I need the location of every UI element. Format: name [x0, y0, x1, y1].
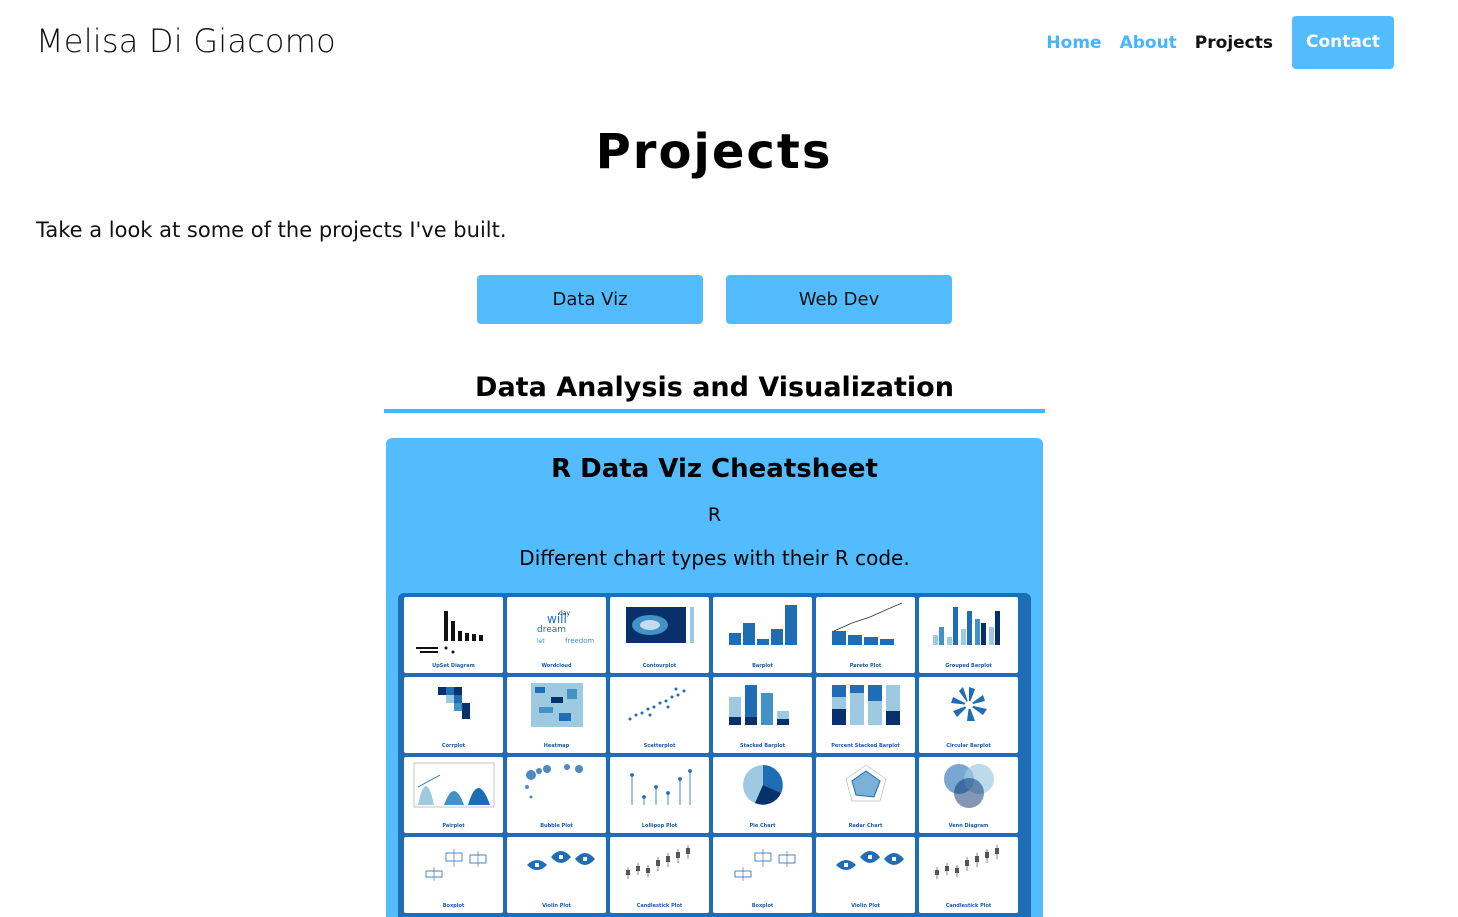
chart-thumbnail-label: Circular Barplot [946, 743, 991, 749]
chart-thumbnail[interactable]: Pairplot [404, 757, 503, 833]
chart-thumbnail-label: Corrplot [441, 743, 466, 749]
chart-thumbnail[interactable]: Pie Chart [713, 757, 812, 833]
wordcloud-icon: dreamwillfreedomletday [537, 610, 595, 645]
site-title[interactable]: Melisa Di Giacomo [36, 22, 336, 60]
violin-plot-icon [527, 851, 595, 870]
chart-thumbnail-label: Radar Chart [848, 823, 883, 829]
chart-thumbnail[interactable]: Bubble Plot [507, 757, 606, 833]
chart-thumbnail[interactable]: Circular Barplot [919, 677, 1018, 753]
chart-thumbnail[interactable]: Scatterplot [610, 677, 709, 753]
pie-chart-icon [743, 765, 783, 805]
chart-thumbnail[interactable]: Stacked Barplot [713, 677, 812, 753]
chart-thumbnail-label: Lollipop Plot [641, 823, 678, 829]
filter-data-viz-button[interactable]: Data Viz [477, 275, 703, 324]
corrplot-icon [438, 687, 470, 719]
chart-thumbnail-label: Wordcloud [541, 663, 572, 669]
grouped-bar-chart-icon [933, 607, 1000, 645]
upset-chart-icon [416, 611, 483, 654]
chart-thumbnail-label: Pareto Plot [849, 663, 882, 669]
chart-thumbnail-label: Violin Plot [851, 903, 880, 909]
chart-thumbnail[interactable]: Contourplot [610, 597, 709, 673]
chart-thumbnail-label: Scatterplot [643, 743, 676, 749]
chart-thumbnail-label: Barplot [752, 663, 773, 669]
pareto-chart-icon [832, 602, 903, 645]
chart-thumbnail-label: UpSet Diagram [432, 663, 475, 669]
project-card[interactable]: R Data Viz Cheatsheet R Different chart … [386, 438, 1043, 917]
chart-thumbnail-label: Boxplot [751, 903, 774, 909]
chart-thumbnail-label: Stacked Barplot [740, 743, 785, 749]
svg-text:day: day [559, 610, 570, 617]
lollipop-chart-icon [630, 769, 692, 805]
chart-thumbnail[interactable]: Lollipop Plot [610, 757, 709, 833]
chart-thumbnail-label: Venn Diagram [948, 823, 989, 829]
project-card-description: Different chart types with their R code. [519, 546, 910, 570]
svg-text:dream: dream [537, 625, 566, 635]
chart-thumbnail[interactable]: dream will freedom let day Wordcloud [507, 597, 606, 673]
main-nav: Home About Projects Contact [1046, 16, 1394, 69]
circular-bar-chart-icon [951, 687, 987, 721]
svg-text:freedom: freedom [565, 637, 595, 645]
chart-thumbnail[interactable]: Violin Plot [816, 837, 915, 913]
section-title: Data Analysis and Visualization [384, 372, 1045, 413]
project-card-language: R [707, 504, 722, 526]
stacked-bar-chart-icon [729, 685, 789, 725]
project-card-title: R Data Viz Cheatsheet [551, 454, 878, 484]
scatter-chart-icon [628, 687, 686, 721]
filter-web-dev-button[interactable]: Web Dev [726, 275, 952, 324]
chart-thumbnail-label: Heatmap [543, 743, 570, 749]
project-card-preview-image[interactable]: UpSet Diagram dream will freedom let day Wordc… [398, 593, 1031, 917]
chart-thumbnail-label: Contourplot [642, 663, 677, 669]
heatmap-icon [531, 683, 583, 727]
chart-thumbnail[interactable]: Heatmap [507, 677, 606, 753]
nav-contact-button[interactable]: Contact [1292, 16, 1394, 69]
chart-thumbnail[interactable]: Grouped Barplot [919, 597, 1018, 673]
chart-thumbnail[interactable]: Pareto Plot [816, 597, 915, 673]
bar-chart-icon [729, 605, 797, 645]
boxplot-icon [425, 849, 487, 881]
page-title: Projects [595, 124, 833, 180]
violin-plot-icon [836, 851, 904, 870]
nav-home-link[interactable]: Home [1046, 33, 1101, 53]
chart-thumbnail[interactable]: Boxplot [404, 837, 503, 913]
chart-thumbnail[interactable]: UpSet Diagram [404, 597, 503, 673]
chart-thumbnail-label: Grouped Barplot [945, 663, 992, 669]
pairplot-icon [413, 762, 495, 808]
chart-thumbnail[interactable]: Venn Diagram [919, 757, 1018, 833]
intro-text: Take a look at some of the projects I've… [36, 218, 507, 242]
candlestick-chart-icon [626, 845, 690, 879]
chart-thumbnail[interactable]: Corrplot [404, 677, 503, 753]
nav-about-link[interactable]: About [1120, 33, 1177, 53]
percent-stacked-bar-chart-icon [832, 685, 900, 725]
boxplot-icon [734, 849, 796, 881]
svg-text:let: let [537, 638, 545, 645]
contour-chart-icon [626, 607, 694, 643]
chart-thumbnail-label: Candlestick Plot [945, 903, 992, 909]
nav-projects-link[interactable]: Projects [1195, 33, 1273, 53]
chart-thumbnail[interactable]: Barplot [713, 597, 812, 673]
candlestick-chart-icon [935, 845, 999, 879]
chart-thumbnail[interactable]: Percent Stacked Barplot [816, 677, 915, 753]
chart-thumbnail-label: Candlestick Plot [636, 903, 683, 909]
chart-thumbnail[interactable]: Candlestick Plot [610, 837, 709, 913]
chart-thumbnail[interactable]: Radar Chart [816, 757, 915, 833]
project-filters: Data Viz Web Dev [477, 275, 952, 324]
chart-thumbnail-label: Violin Plot [542, 903, 571, 909]
radar-chart-icon [845, 764, 887, 802]
chart-thumbnail[interactable]: Candlestick Plot [919, 837, 1018, 913]
chart-thumbnail-label: Bubble Plot [540, 823, 573, 829]
chart-thumbnail-label: Pie Chart [749, 823, 776, 829]
chart-thumbnail[interactable]: Violin Plot [507, 837, 606, 913]
chart-thumbnail[interactable]: Boxplot [713, 837, 812, 913]
chart-thumbnail-label: Pairplot [442, 823, 465, 829]
bubble-chart-icon [525, 764, 583, 799]
chart-thumbnail-label: Boxplot [442, 903, 465, 909]
venn-diagram-icon [944, 764, 994, 808]
chart-thumbnail-label: Percent Stacked Barplot [831, 743, 900, 749]
